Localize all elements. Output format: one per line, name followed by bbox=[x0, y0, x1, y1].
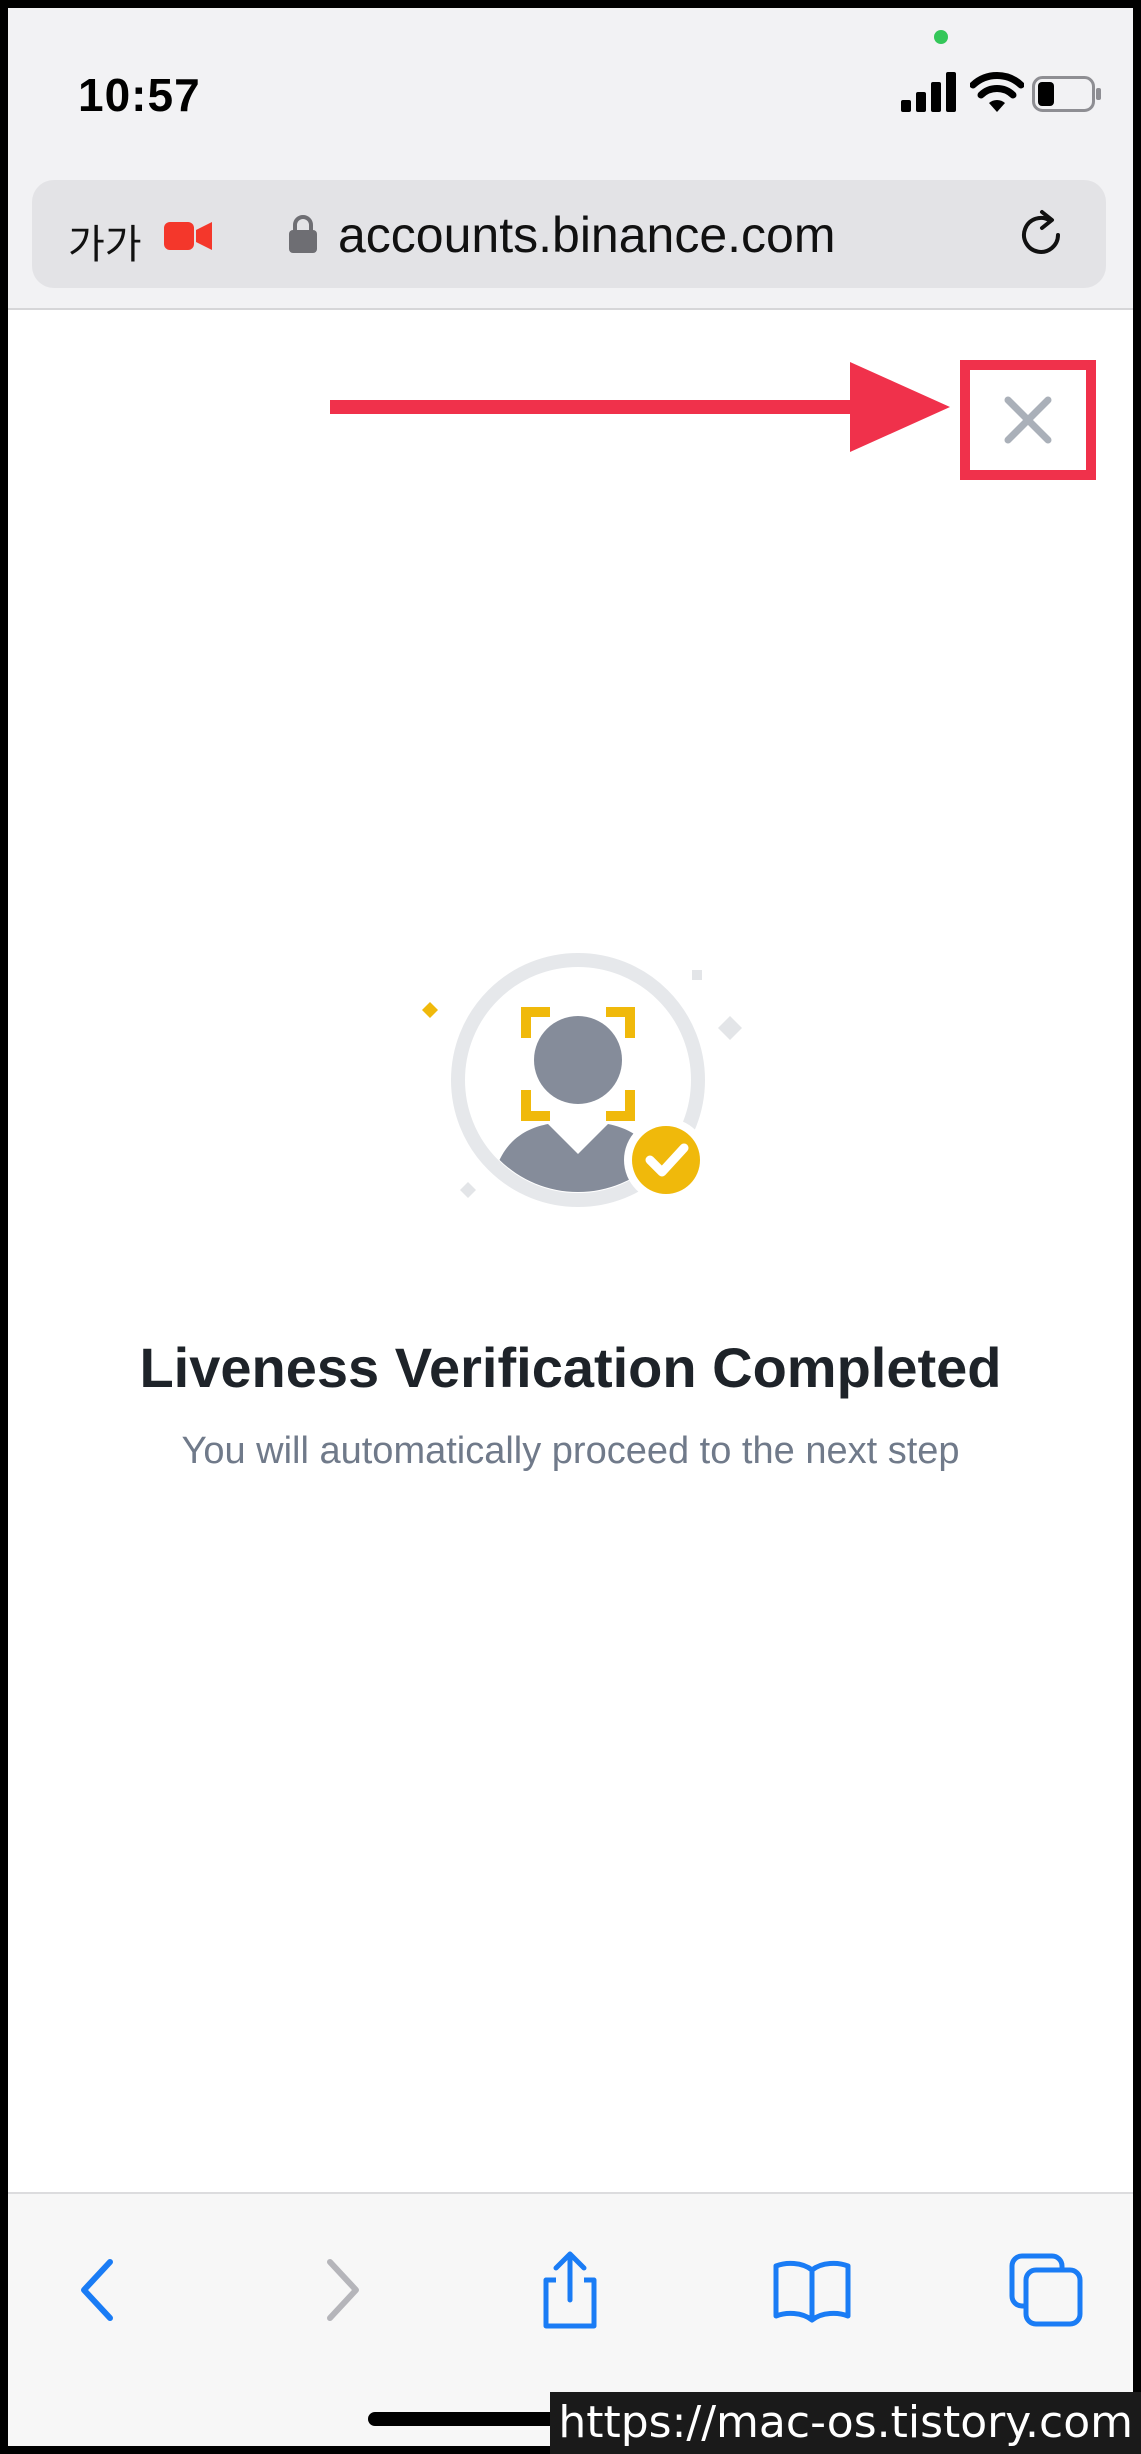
status-bar: 10:57 bbox=[8, 8, 1133, 168]
browser-frame: 10:57 가가 accounts.binance.com Liveness V… bbox=[8, 8, 1133, 2446]
lock-icon bbox=[289, 215, 317, 253]
battery-icon bbox=[1032, 76, 1101, 112]
cellular-signal-icon bbox=[901, 72, 956, 112]
camera-recording-icon[interactable] bbox=[164, 220, 212, 252]
reader-settings-button[interactable]: 가가 bbox=[68, 212, 142, 270]
watermark-text: https://mac-os.tistory.com bbox=[550, 2392, 1141, 2454]
reload-icon[interactable] bbox=[1014, 208, 1068, 262]
verification-subtitle: You will automatically proceed to the ne… bbox=[181, 1430, 960, 1472]
wifi-icon bbox=[970, 72, 1024, 112]
forward-icon[interactable] bbox=[300, 2250, 380, 2330]
bookmarks-icon[interactable] bbox=[772, 2250, 852, 2330]
address-toolbar: 가가 accounts.binance.com bbox=[8, 168, 1133, 310]
url-text[interactable]: accounts.binance.com bbox=[338, 206, 836, 264]
share-icon[interactable] bbox=[530, 2250, 610, 2330]
close-icon[interactable] bbox=[1000, 392, 1056, 448]
page-content: Liveness Verification Completed You will… bbox=[8, 310, 1133, 2192]
close-button-highlight[interactable] bbox=[960, 360, 1096, 480]
back-icon[interactable] bbox=[60, 2250, 140, 2330]
verification-title: Liveness Verification Completed bbox=[139, 1336, 1002, 1399]
liveness-success-illustration bbox=[422, 953, 742, 1207]
tabs-icon[interactable] bbox=[1006, 2250, 1086, 2330]
status-time: 10:57 bbox=[78, 69, 201, 121]
camera-indicator-dot bbox=[934, 30, 948, 44]
address-bar[interactable]: 가가 accounts.binance.com bbox=[32, 180, 1106, 288]
annotation-arrow bbox=[330, 362, 950, 452]
